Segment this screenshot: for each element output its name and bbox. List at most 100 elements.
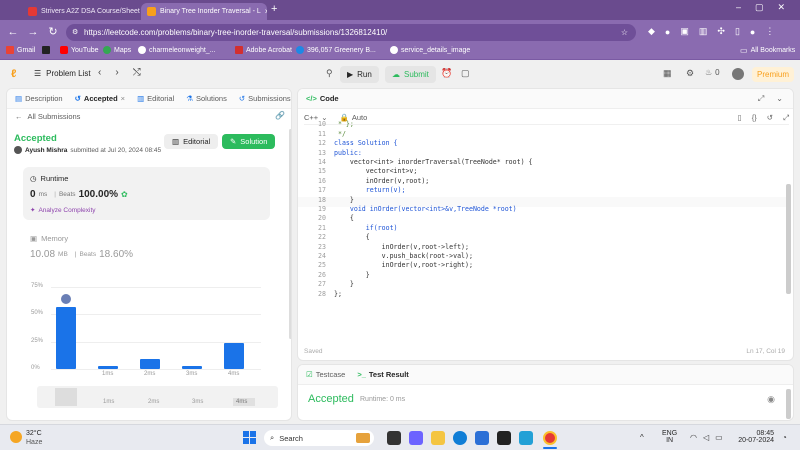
forward-arrow-icon[interactable]: →: [26, 25, 40, 39]
site-info-icon[interactable]: ⚙: [72, 24, 78, 41]
tab-testcase[interactable]: ☑ Testcase: [306, 370, 345, 379]
leetcode-logo-icon[interactable]: ℓ: [11, 68, 21, 80]
bookmark-service[interactable]: service_details_image: [390, 46, 470, 54]
fullscreen-icon[interactable]: ⤢: [758, 94, 764, 104]
bookmark-star-icon[interactable]: ☆: [621, 24, 628, 41]
teams-icon[interactable]: [409, 431, 423, 445]
bookmark-greenery[interactable]: 396,057 Greenery B...: [296, 46, 376, 54]
timer-icon[interactable]: ⏰: [441, 68, 452, 79]
tab-test-result[interactable]: >_ Test Result: [357, 370, 408, 379]
debug-icon[interactable]: ⚲: [326, 68, 333, 79]
weather-sun-icon[interactable]: [10, 431, 22, 443]
extension-icon[interactable]: ●: [665, 27, 670, 37]
submit-button[interactable]: ☁ Submit: [385, 66, 436, 83]
browser-tab-strivers[interactable]: Strivers A2Z DSA Course/Sheet ×: [22, 3, 140, 20]
dev-app-icon[interactable]: [497, 431, 511, 445]
menu-dots-icon[interactable]: ⋮: [765, 26, 774, 37]
chart-bar[interactable]: [98, 366, 118, 369]
url-text: https://leetcode.com/problems/binary-tre…: [84, 28, 388, 37]
run-button[interactable]: ▶ Run: [340, 66, 379, 83]
extension-icons: ◆ ● ▣ ▥ ✣ ▯ ● ⋮: [648, 26, 774, 37]
tab-code[interactable]: </> Code: [306, 94, 339, 103]
problem-list-link[interactable]: ☰ Problem List: [34, 69, 91, 78]
task-view-icon[interactable]: [387, 431, 401, 445]
left-panel-scrollbar[interactable]: [289, 129, 291, 339]
address-bar[interactable]: ⚙ https://leetcode.com/problems/binary-t…: [66, 24, 636, 41]
reload-icon[interactable]: ↻: [46, 25, 60, 39]
chevron-up-icon[interactable]: ^: [640, 433, 644, 442]
store-icon[interactable]: [475, 431, 489, 445]
premium-button[interactable]: Premium: [752, 67, 795, 82]
prev-problem-chevron-icon[interactable]: ‹: [98, 67, 101, 78]
extension-icon[interactable]: ◆: [648, 26, 655, 37]
extension-icon[interactable]: ▥: [699, 26, 708, 37]
test-scrollbar[interactable]: [786, 389, 791, 419]
wifi-icon[interactable]: ◠: [690, 433, 697, 442]
chart-bar[interactable]: [224, 343, 244, 369]
tab-accepted[interactable]: ↺ Accepted ×: [75, 94, 125, 103]
notification-count: 0: [715, 68, 720, 77]
chart-bar[interactable]: [182, 366, 202, 369]
windows-taskbar: 32°C Haze ⌕ Search ^ ENG IN ◠ ◁ ▭ 08:45 2…: [0, 424, 800, 450]
close-tab-icon[interactable]: ×: [265, 7, 267, 16]
file-explorer-icon[interactable]: [431, 431, 445, 445]
edge-icon[interactable]: [453, 431, 467, 445]
runtime-beats: 100.00%: [78, 189, 119, 200]
notification-bell-icon[interactable]: ◔: [782, 433, 787, 442]
all-submissions-link[interactable]: ← All Submissions: [15, 112, 80, 121]
browser-tab-leetcode[interactable]: Binary Tree Inorder Traversal - L ×: [141, 3, 267, 20]
bookmark-adobe[interactable]: Adobe Acrobat: [235, 46, 292, 54]
code-text: }: [334, 270, 370, 279]
bookmark-gmail[interactable]: Gmail: [6, 46, 35, 54]
shuffle-icon[interactable]: ⤭: [133, 67, 141, 78]
editorial-button[interactable]: ▥ Editorial: [164, 134, 219, 149]
run-label: Run: [357, 70, 372, 79]
editor-scrollbar[interactable]: [786, 184, 791, 294]
notifications[interactable]: ♨ 0: [705, 68, 720, 77]
layout-icon[interactable]: ▦: [663, 68, 672, 79]
link-icon[interactable]: 🔗: [275, 111, 285, 120]
volume-icon[interactable]: ◁: [703, 433, 709, 442]
sidebar-icon[interactable]: ▯: [735, 26, 740, 37]
chart-bar[interactable]: [56, 307, 76, 369]
runtime-distribution-chart: 75% 50% 25% 0% 1ms 2ms 3ms 4ms: [31, 283, 261, 379]
vscode-icon[interactable]: [519, 431, 533, 445]
runtime-card[interactable]: ◷ Runtime 0 ms | Beats 100.00% ✿ ✦ Analyze…: [23, 167, 270, 220]
puzzle-icon[interactable]: ✣: [717, 26, 725, 37]
windows-start-icon[interactable]: [243, 431, 257, 445]
solution-button[interactable]: ✎ Solution: [222, 134, 276, 149]
tab-editorial[interactable]: ▥ Editorial: [137, 94, 174, 103]
language-indicator[interactable]: ENG IN: [662, 430, 677, 444]
line-number: 16: [318, 176, 326, 185]
bookmark-charmeleon[interactable]: charmeleonweight_...: [138, 46, 216, 54]
chart-bar[interactable]: [140, 359, 160, 369]
code-area[interactable]: TreeNode(int x, TreeNode *left, TreeNode…: [304, 120, 784, 340]
new-tab-plus-icon[interactable]: +: [271, 3, 277, 15]
username[interactable]: Ayush Mishra: [25, 147, 67, 154]
tab-solutions[interactable]: ⚗ Solutions: [186, 94, 227, 103]
profile-icon[interactable]: ●: [750, 27, 755, 37]
eye-icon[interactable]: ◉: [767, 394, 775, 405]
notes-icon[interactable]: ▢: [461, 68, 470, 79]
taskbar-search[interactable]: ⌕ Search: [264, 430, 374, 446]
back-arrow-icon[interactable]: ←: [6, 25, 20, 39]
close-tab-icon[interactable]: ×: [121, 94, 125, 103]
chrome-icon[interactable]: [543, 431, 557, 445]
bookmark-maps[interactable]: Maps: [103, 46, 131, 54]
y-tick-label: 75%: [31, 283, 44, 289]
battery-icon[interactable]: ▭: [715, 433, 723, 442]
bookmark-is[interactable]: [42, 46, 50, 54]
all-bookmarks[interactable]: ▭ All Bookmarks: [740, 46, 795, 55]
code-text: {: [334, 233, 370, 242]
extension-icon[interactable]: ▣: [680, 26, 689, 37]
collapse-icon[interactable]: ⌄: [776, 94, 783, 104]
next-problem-chevron-icon[interactable]: ›: [115, 67, 118, 78]
analyze-complexity-link[interactable]: ✦ Analyze Complexity: [30, 206, 96, 215]
tab-description[interactable]: ▤ Description: [15, 94, 63, 103]
settings-gear-icon[interactable]: ⚙: [686, 68, 694, 79]
bookmark-youtube[interactable]: YouTube: [60, 46, 99, 54]
clock[interactable]: 08:45 20-07-2024: [734, 430, 774, 444]
window-controls[interactable]: –▢✕: [736, 2, 799, 13]
tab-submissions[interactable]: ↺ Submissions: [239, 94, 291, 103]
user-avatar[interactable]: [732, 68, 744, 80]
